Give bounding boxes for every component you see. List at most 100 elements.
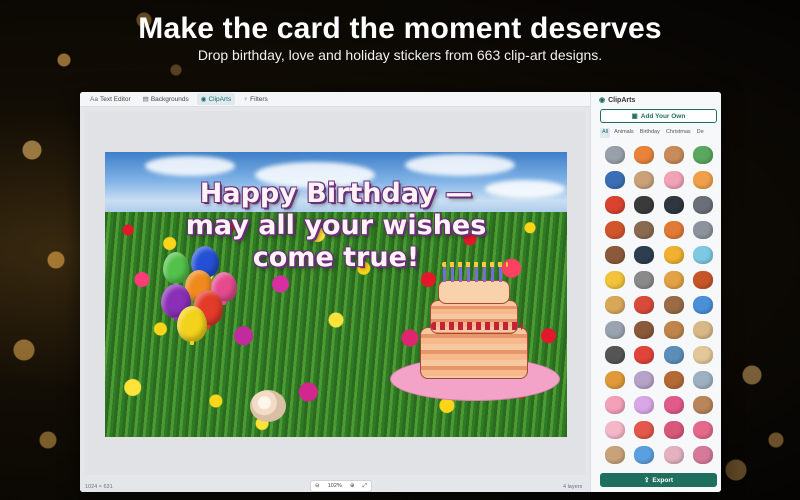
tab-backgrounds[interactable]: ▤ Backgrounds	[139, 93, 193, 105]
panel-title-label: ClipArts	[608, 96, 636, 104]
image-icon: ▤	[142, 96, 149, 103]
canvas-dimensions: 1024 × 631	[85, 484, 113, 490]
clipart-panda-icon[interactable]	[634, 195, 655, 214]
clipart-dalmatian-icon[interactable]	[634, 270, 655, 289]
clipart-turtle-icon[interactable]	[693, 145, 714, 164]
clipart-cow-icon[interactable]	[634, 220, 655, 239]
clipart-monkey-icon[interactable]	[663, 295, 684, 314]
export-icon: ⇪	[643, 477, 650, 484]
greeting-card[interactable]: Happy Birthday — may all your wishes com…	[105, 152, 567, 437]
tab-label: ClipArts	[208, 95, 232, 103]
category-all[interactable]: All	[600, 128, 611, 138]
zoom-out-icon[interactable]: ⊖	[315, 483, 320, 489]
clipart-giraffe-icon[interactable]	[604, 295, 625, 314]
clipart-icon: ◉	[200, 96, 207, 103]
clipart-raccoon-icon[interactable]	[693, 195, 714, 214]
clipart-lion-icon[interactable]	[663, 270, 684, 289]
clipart-dog-icon[interactable]	[634, 170, 655, 189]
filter-icon: ♀	[243, 95, 249, 103]
clipart-gift-box-icon[interactable]	[604, 445, 625, 464]
clipart-deer-icon[interactable]	[663, 320, 684, 339]
add-own-label: Add Your Own	[640, 112, 686, 120]
clipart-crab-icon[interactable]	[634, 295, 655, 314]
clipart-crab-red-icon[interactable]	[634, 345, 655, 364]
clipart-dog-cream-icon[interactable]	[693, 345, 714, 364]
clipart-fox-icon[interactable]	[634, 145, 655, 164]
clipart-penguin-blue-icon[interactable]	[604, 170, 625, 189]
greeting-line: may all your wishes	[185, 210, 487, 241]
cloud	[145, 156, 235, 176]
export-button[interactable]: ⇪ Export	[600, 473, 717, 487]
balloon-sticker[interactable]	[177, 306, 207, 345]
category-animals[interactable]: Animals	[612, 128, 636, 138]
clipart-seal-icon[interactable]	[693, 370, 714, 389]
text-icon: Aa	[90, 95, 98, 103]
panel-title: ◉ ClipArts	[599, 96, 636, 105]
clipart-cat-cake-icon[interactable]	[663, 445, 684, 464]
clipart-penguin-icon[interactable]	[663, 195, 684, 214]
greeting-text[interactable]: Happy Birthday — may all your wishes com…	[105, 178, 567, 274]
rose-sticker[interactable]	[250, 390, 286, 422]
clipart-koala-grey-icon[interactable]	[693, 220, 714, 239]
clipart-owl-icon[interactable]	[634, 320, 655, 339]
cliparts-panel: ◉ ClipArts ▣ Add Your Own All Animals Bi…	[590, 92, 721, 492]
clipart-lion-cub-icon[interactable]	[604, 370, 625, 389]
clipart-icon: ◉	[599, 97, 606, 104]
clipart-bird-red-icon[interactable]	[604, 195, 625, 214]
greeting-line: come true!	[252, 242, 420, 273]
tab-label: Text Editor	[99, 95, 131, 103]
clipart-koala-icon[interactable]	[604, 145, 625, 164]
clipart-balloons-icon[interactable]	[634, 420, 655, 439]
clipart-cake-icon[interactable]	[604, 420, 625, 439]
tab-label: Backgrounds	[150, 95, 189, 103]
category-christmas[interactable]: Christmas	[664, 128, 693, 138]
add-your-own-button[interactable]: ▣ Add Your Own	[600, 109, 717, 123]
tab-label: Filters	[250, 95, 268, 103]
clipart-shark-icon[interactable]	[663, 345, 684, 364]
clipart-pig-icon[interactable]	[663, 170, 684, 189]
clipart-cat-orange-icon[interactable]	[693, 170, 714, 189]
clipart-cupcake-icon[interactable]	[693, 395, 714, 414]
clipart-fox-small-icon[interactable]	[663, 220, 684, 239]
category-more[interactable]: De	[695, 128, 706, 138]
cake-tier	[438, 280, 510, 304]
clipart-swan-icon[interactable]	[693, 245, 714, 264]
tab-cliparts[interactable]: ◉ ClipArts	[196, 93, 236, 105]
clipart-candle-icon[interactable]	[693, 445, 714, 464]
clipart-cow-bw-icon[interactable]	[604, 345, 625, 364]
tab-text-editor[interactable]: Aa Text Editor	[86, 94, 135, 105]
clipart-bee-icon[interactable]	[604, 270, 625, 289]
marketing-headline: Make the card the moment deserves	[138, 12, 662, 45]
tab-filters[interactable]: ♀ Filters	[239, 94, 272, 105]
clipart-ribbon-icon[interactable]	[693, 420, 714, 439]
fit-screen-icon[interactable]: ⤢	[363, 483, 367, 490]
canvas-area: Happy Birthday — may all your wishes com…	[85, 111, 585, 492]
clipart-fox-red-icon[interactable]	[604, 220, 625, 239]
category-filter: All Animals Birthday Christmas De	[600, 128, 721, 138]
clipart-elephant-icon[interactable]	[604, 320, 625, 339]
zoom-level: 102%	[327, 483, 342, 489]
cake-sticker[interactable]	[420, 327, 528, 379]
clipart-gift-icon[interactable]	[663, 395, 684, 414]
clipart-red-panda-icon[interactable]	[693, 270, 714, 289]
zoom-controls: ⊖ 102% ⊕ ⤢	[310, 480, 372, 492]
clipart-hedgehog-icon[interactable]	[604, 245, 625, 264]
export-label: Export	[652, 476, 674, 484]
zoom-in-icon[interactable]: ⊕	[350, 483, 355, 489]
category-birthday[interactable]: Birthday	[638, 128, 662, 138]
clipart-unicorn-icon[interactable]	[634, 395, 655, 414]
clipart-squirrel-icon[interactable]	[663, 370, 684, 389]
clipart-dog-beige-icon[interactable]	[693, 320, 714, 339]
clipart-cake-slice-icon[interactable]	[604, 395, 625, 414]
clipart-donut-icon[interactable]	[663, 145, 684, 164]
clipart-mouse-icon[interactable]	[634, 370, 655, 389]
clipart-balloon-bunch-icon[interactable]	[634, 445, 655, 464]
marketing-subline: Drop birthday, love and holiday stickers…	[197, 47, 603, 63]
clipart-toucan-icon[interactable]	[663, 245, 684, 264]
layer-count: 4 layers	[563, 484, 583, 490]
editor-toolbar: Aa Text Editor ▤ Backgrounds ◉ ClipArts …	[80, 92, 590, 107]
clipart-penguin-small-icon[interactable]	[634, 245, 655, 264]
greeting-line: Happy Birthday —	[199, 178, 473, 209]
clipart-whale-icon[interactable]	[693, 295, 714, 314]
clipart-present-icon[interactable]	[663, 420, 684, 439]
